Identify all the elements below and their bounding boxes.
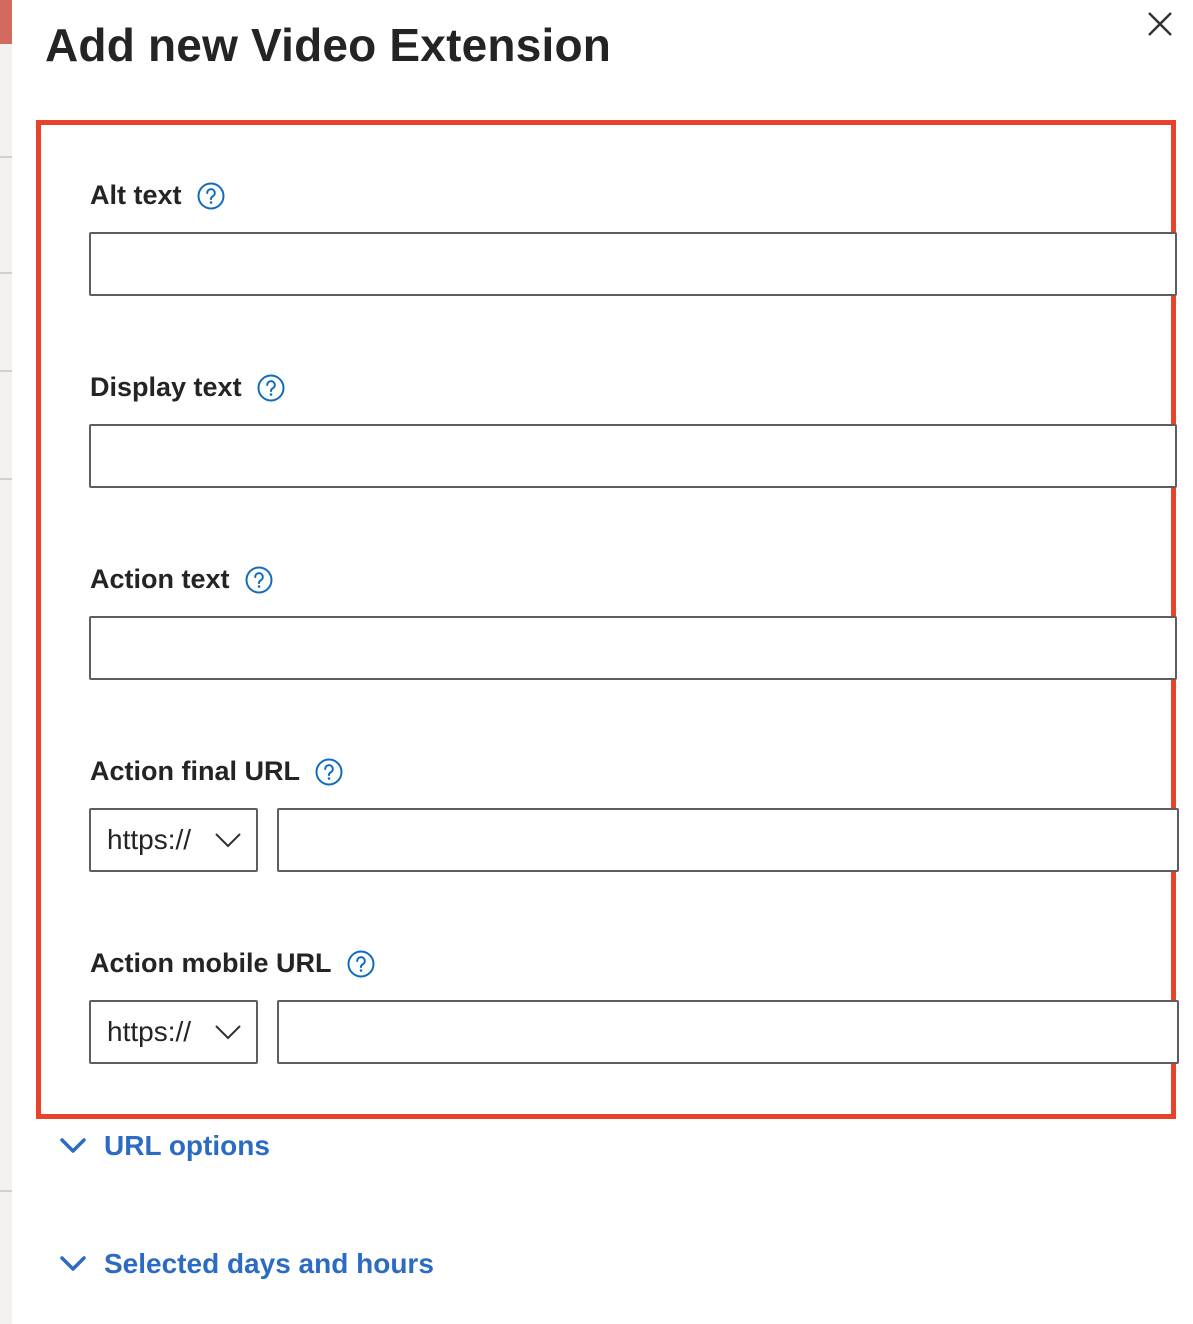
action-text-label: Action text	[90, 564, 230, 594]
highlighted-form-section: Alt text Display text Action text Action…	[36, 120, 1179, 1119]
chevron-down-icon	[215, 833, 241, 848]
close-button[interactable]	[1142, 6, 1178, 42]
mobile-url-protocol-dropdown[interactable]: https://	[89, 1000, 258, 1064]
final-url-protocol-value: https://	[107, 824, 192, 855]
mobile-url-protocol-value: https://	[107, 1016, 192, 1047]
alt-text-label: Alt text	[90, 180, 182, 210]
display-text-label: Display text	[90, 372, 242, 402]
final-url-protocol-dropdown[interactable]: https://	[89, 808, 258, 872]
action-mobile-url-label: Action mobile URL	[90, 948, 332, 978]
background-divider	[0, 156, 12, 158]
action-text-label-row: Action text	[90, 564, 274, 595]
background-badge	[0, 0, 12, 44]
selected-days-label: Selected days and hours	[104, 1248, 434, 1279]
chevron-down-icon	[60, 1256, 86, 1271]
chevron-down-icon	[215, 1025, 241, 1040]
background-divider	[0, 370, 12, 372]
help-icon[interactable]	[314, 757, 344, 787]
help-icon[interactable]	[244, 565, 274, 595]
alt-text-input[interactable]	[89, 232, 1177, 296]
url-options-expander[interactable]: URL options	[60, 1130, 270, 1162]
action-mobile-url-label-row: Action mobile URL	[90, 948, 376, 979]
close-icon	[1148, 12, 1172, 36]
panel-title: Add new Video Extension	[45, 19, 612, 71]
help-icon[interactable]	[346, 949, 376, 979]
final-url-input[interactable]	[277, 808, 1179, 872]
mobile-url-input[interactable]	[277, 1000, 1179, 1064]
background-divider	[0, 478, 12, 480]
background-divider	[0, 1190, 12, 1192]
action-final-url-label-row: Action final URL	[90, 756, 344, 787]
selected-days-expander[interactable]: Selected days and hours	[60, 1248, 434, 1280]
background-divider	[0, 272, 12, 274]
alt-text-label-row: Alt text	[90, 180, 226, 211]
help-icon[interactable]	[256, 373, 286, 403]
chevron-down-icon	[60, 1138, 86, 1153]
url-options-label: URL options	[104, 1130, 270, 1161]
display-text-label-row: Display text	[90, 372, 286, 403]
background-page-strip	[0, 0, 12, 1324]
add-video-extension-panel: Add new Video Extension Alt text Display…	[12, 0, 1193, 1324]
action-text-input[interactable]	[89, 616, 1177, 680]
action-final-url-label: Action final URL	[90, 756, 300, 786]
help-icon[interactable]	[196, 181, 226, 211]
display-text-input[interactable]	[89, 424, 1177, 488]
